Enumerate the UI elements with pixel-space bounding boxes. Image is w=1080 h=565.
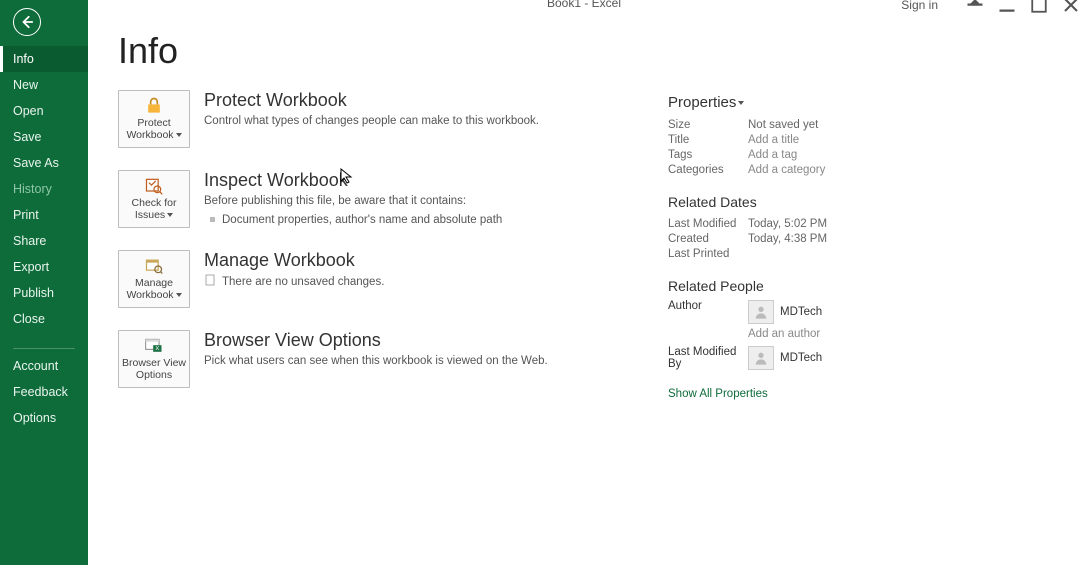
modified-by-name: MDTech [780, 352, 822, 364]
properties-heading: Properties [668, 94, 736, 111]
tile-label: Protect Workbook [126, 117, 173, 141]
sidebar-item-close[interactable]: Close [0, 306, 88, 332]
document-icon [204, 274, 216, 291]
backstage-sidebar: InfoNewOpenSaveSave AsHistoryPrintShareE… [0, 0, 88, 565]
prop-label-last-printed: Last Printed [668, 248, 748, 260]
properties-dropdown[interactable]: Properties [668, 94, 744, 111]
browser-view-row: X Browser View Options Browser View Opti… [118, 330, 588, 388]
prop-value-categories[interactable]: Add a category [748, 164, 998, 176]
sidebar-separator [13, 348, 75, 349]
prop-label-title: Title [668, 134, 748, 146]
avatar [748, 300, 774, 324]
sidebar-item-history: History [0, 176, 88, 202]
manage-icon [144, 256, 164, 276]
card-desc: Before publishing this file, be aware th… [204, 194, 502, 209]
card-desc: Pick what users can see when this workbo… [204, 354, 548, 369]
card-title: Browser View Options [204, 330, 548, 351]
protect-workbook-row: Protect Workbook Protect Workbook Contro… [118, 90, 588, 148]
prop-label-created: Created [668, 233, 748, 245]
card-title: Inspect Workbook [204, 170, 502, 191]
sidebar-item-print[interactable]: Print [0, 202, 88, 228]
avatar [748, 346, 774, 370]
chevron-down-icon [176, 293, 182, 297]
sidebar-item-new[interactable]: New [0, 72, 88, 98]
author-label: Author [668, 300, 748, 312]
sidebar-item-save[interactable]: Save [0, 124, 88, 150]
modified-by-label: Last Modified By [668, 346, 748, 370]
add-author-link[interactable]: Add an author [748, 328, 998, 340]
tile-label: Browser View Options [121, 358, 187, 381]
show-all-properties-link[interactable]: Show All Properties [668, 388, 768, 400]
related-people-heading: Related People [668, 278, 998, 294]
sidebar-item-feedback[interactable]: Feedback [0, 379, 88, 405]
chevron-down-icon [167, 213, 173, 217]
chevron-down-icon [176, 133, 182, 137]
prop-value-title[interactable]: Add a title [748, 134, 998, 146]
author-name: MDTech [780, 306, 822, 318]
card-desc: There are no unsaved changes. [222, 275, 384, 290]
backstage-main: Info Protect Workbook Protect Workbook C… [88, 0, 1080, 565]
back-arrow-icon [20, 15, 34, 29]
prop-value-last-modified: Today, 5:02 PM [748, 218, 998, 230]
card-title: Manage Workbook [204, 250, 384, 271]
lock-icon [144, 96, 164, 116]
chevron-down-icon [738, 101, 744, 105]
prop-value-tags[interactable]: Add a tag [748, 149, 998, 161]
sidebar-item-info[interactable]: Info [0, 46, 88, 72]
prop-label-size: Size [668, 119, 748, 131]
prop-label-tags: Tags [668, 149, 748, 161]
sidebar-item-publish[interactable]: Publish [0, 280, 88, 306]
card-desc: Control what types of changes people can… [204, 114, 539, 129]
back-button[interactable] [13, 8, 41, 36]
sidebar-item-open[interactable]: Open [0, 98, 88, 124]
inspect-item: Document properties, author's name and a… [208, 212, 502, 228]
sidebar-item-save-as[interactable]: Save As [0, 150, 88, 176]
svg-text:X: X [155, 347, 159, 353]
prop-label-categories: Categories [668, 164, 748, 176]
prop-value-size: Not saved yet [748, 119, 998, 131]
sidebar-item-account[interactable]: Account [0, 353, 88, 379]
prop-value-created: Today, 4:38 PM [748, 233, 998, 245]
page-title: Info [118, 30, 1080, 72]
card-title: Protect Workbook [204, 90, 539, 111]
check-for-issues-button[interactable]: Check for Issues [118, 170, 190, 228]
manage-workbook-button[interactable]: Manage Workbook [118, 250, 190, 308]
related-dates-heading: Related Dates [668, 194, 998, 210]
tile-label: Check for Issues [132, 197, 177, 221]
sidebar-item-export[interactable]: Export [0, 254, 88, 280]
tile-label: Manage Workbook [126, 277, 173, 301]
sidebar-item-share[interactable]: Share [0, 228, 88, 254]
prop-label-last-modified: Last Modified [668, 218, 748, 230]
sidebar-item-options[interactable]: Options [0, 405, 88, 431]
browser-view-icon: X [144, 336, 164, 356]
manage-workbook-row: Manage Workbook Manage Workbook There ar… [118, 250, 588, 308]
inspect-icon [144, 176, 164, 196]
protect-workbook-button[interactable]: Protect Workbook [118, 90, 190, 148]
inspect-workbook-row: Check for Issues Inspect Workbook Before… [118, 170, 588, 228]
prop-value-last-printed [748, 248, 998, 260]
browser-view-options-button[interactable]: X Browser View Options [118, 330, 190, 388]
author-entry[interactable]: MDTech [748, 300, 998, 324]
modified-by-entry[interactable]: MDTech [748, 346, 998, 370]
